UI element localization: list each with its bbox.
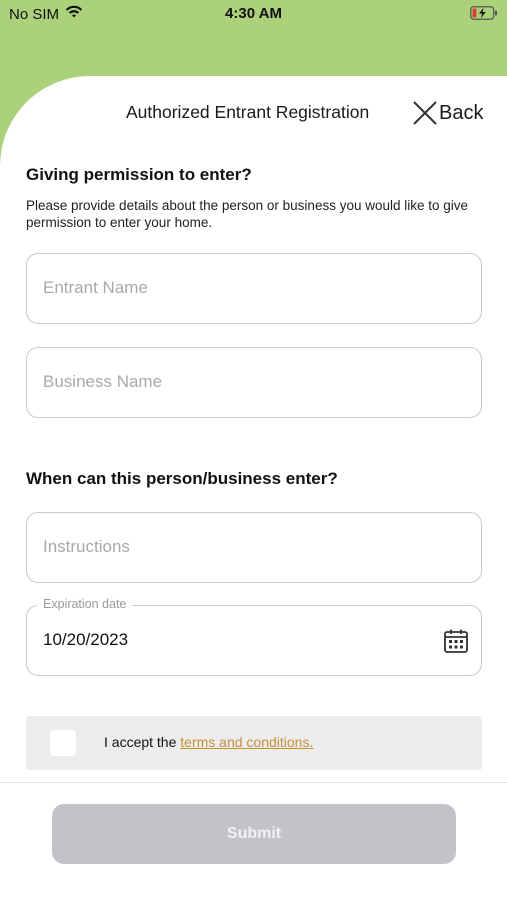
back-label: Back xyxy=(439,101,484,124)
instructions-field[interactable]: Instructions xyxy=(26,512,482,583)
battery-charging-icon xyxy=(470,6,498,25)
terms-prefix: I accept the xyxy=(104,734,181,750)
status-bar: No SIM 4:30 AM xyxy=(0,0,507,30)
header: Authorized Entrant Registration Back xyxy=(0,76,507,148)
section-title-permission: Giving permission to enter? xyxy=(26,165,252,184)
form-sheet: Authorized Entrant Registration Back Giv… xyxy=(0,76,507,900)
status-time: 4:30 AM xyxy=(225,5,282,22)
terms-text: I accept the terms and conditions. xyxy=(104,734,313,750)
section-title-schedule: When can this person/business enter? xyxy=(26,469,338,488)
terms-row: I accept the terms and conditions. xyxy=(26,716,482,770)
business-name-placeholder: Business Name xyxy=(43,372,163,391)
calendar-icon[interactable] xyxy=(443,628,469,654)
terms-link[interactable]: terms and conditions. xyxy=(180,734,313,750)
app-screen: No SIM 4:30 AM Authorized Entrant Regist… xyxy=(0,0,507,900)
submit-button[interactable]: Submit xyxy=(52,804,456,864)
business-name-field[interactable]: Business Name xyxy=(26,347,482,418)
footer-divider xyxy=(0,782,507,783)
expiration-date-field[interactable]: Expiration date 10/20/2023 xyxy=(26,597,482,676)
close-icon xyxy=(412,100,438,126)
entrant-name-placeholder: Entrant Name xyxy=(43,278,148,297)
expiration-date-value: 10/20/2023 xyxy=(43,630,129,649)
entrant-name-field[interactable]: Entrant Name xyxy=(26,253,482,324)
back-button[interactable]: Back xyxy=(412,98,483,128)
instructions-placeholder: Instructions xyxy=(43,537,130,556)
terms-checkbox[interactable] xyxy=(50,730,76,756)
page-title: Authorized Entrant Registration xyxy=(126,102,370,122)
section-description: Please provide details about the person … xyxy=(26,198,469,230)
